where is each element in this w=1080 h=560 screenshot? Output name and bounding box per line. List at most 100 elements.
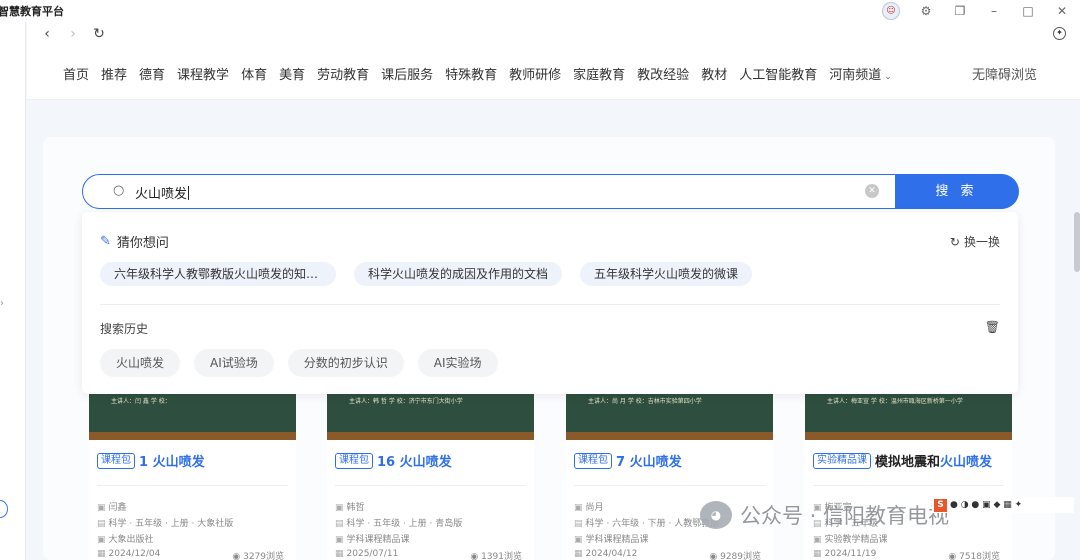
scrollbar-thumb[interactable]: [1074, 212, 1080, 272]
card-grade-text: 科学 · 五年级 · 上册 · 大象社版: [108, 519, 234, 529]
publisher-icon: ▣: [574, 535, 583, 545]
publisher-icon: ▣: [335, 535, 344, 545]
window-controls: ☺ ⚙ ❐ – □ ✕: [882, 0, 1070, 22]
card-author: ▣ 闫鑫: [97, 500, 127, 513]
watermark: ◕ 公众号 · 信阳教育电视: [700, 500, 949, 530]
forward-icon[interactable]: ›: [67, 26, 79, 42]
menu-item-special[interactable]: 特殊教育: [445, 64, 497, 83]
history-chip[interactable]: AI实验场: [417, 349, 498, 377]
card-title[interactable]: 课程包 16 火山喷发: [335, 451, 452, 470]
card-publisher: ▣ 大象出版社: [97, 532, 154, 545]
calendar-icon: ▦: [335, 549, 344, 559]
menu-item-sports[interactable]: 体育: [241, 64, 267, 83]
clear-icon[interactable]: ✕: [865, 184, 879, 198]
compass-icon[interactable]: ✦: [1053, 27, 1066, 40]
close-icon[interactable]: ✕: [1054, 4, 1070, 18]
user-icon: ▣: [574, 503, 583, 513]
search-button[interactable]: 搜 索: [894, 173, 1019, 209]
guess-title: 猜你想问: [116, 236, 169, 251]
search-input[interactable]: 火山喷发: [135, 183, 189, 202]
history-chips: 火山喷发 AI试验场 分数的初步认识 AI实验场: [100, 349, 498, 377]
back-icon[interactable]: ‹: [41, 26, 53, 42]
course-tag: 课程包: [97, 452, 135, 469]
card-grade: ▤ 科学 · 五年级 · 上册 · 青岛版: [335, 516, 462, 529]
suggest-chip[interactable]: 五年级科学火山喷发的微课: [580, 262, 753, 286]
card-divider: [813, 485, 1004, 486]
history-chip[interactable]: AI试验场: [194, 349, 274, 377]
card-grade-text: 科学 · 五年级 · 上册 · 青岛版: [346, 519, 463, 529]
accessibility-link[interactable]: 无障碍浏览: [972, 64, 1037, 83]
card-title[interactable]: 课程包 1 火山喷发: [97, 451, 205, 470]
result-card[interactable]: 主讲人：闫 鑫 学 校： 课程包 1 火山喷发 ▣ 闫鑫 ▤ 科学 · 五年级 · …: [89, 394, 296, 560]
suggest-chip[interactable]: 科学火山喷发的成因及作用的文档: [354, 262, 563, 286]
menu-item-henan[interactable]: 河南频道 ⌄: [829, 64, 892, 83]
card-date: ▦ 2024/12/04: [97, 549, 160, 559]
menu-item-moral[interactable]: 德育: [139, 64, 165, 83]
calendar-icon: ▦: [574, 549, 583, 559]
history-chip[interactable]: 火山喷发: [100, 349, 181, 377]
menu-item-course[interactable]: 课程教学: [177, 64, 229, 83]
card-title-text: 16 火山喷发: [377, 451, 452, 470]
card-title-highlight: 火山喷发: [940, 455, 993, 470]
magic-wand-icon: ✎: [100, 234, 111, 249]
user-icon: ▣: [97, 503, 106, 513]
card-views: ◉ 3279浏览: [232, 549, 284, 560]
menu-item-afterschool[interactable]: 课后服务: [381, 64, 433, 83]
reload-icon[interactable]: ↻: [93, 26, 105, 42]
trash-icon[interactable]: 🗑: [985, 320, 1000, 334]
history-title: 搜索历史: [100, 322, 149, 336]
ime-toolbar-icons: ● ◑ ● ▣ ◆ ▦ ✦: [950, 500, 1023, 510]
menu-item-arts[interactable]: 美育: [279, 64, 305, 83]
menu-item-home[interactable]: 首页: [63, 64, 89, 83]
card-title[interactable]: 实验精品课 模拟地震和火山喷发: [813, 451, 992, 470]
refresh-button[interactable]: ↻ 换一换: [950, 233, 1000, 250]
card-thumbnail: 主讲人：韩 哲 学 校：济宁市东门大街小学: [327, 394, 534, 440]
card-date: ▦ 2025/07/11: [335, 549, 398, 559]
sidebar-circle-button[interactable]: [0, 500, 8, 518]
menu-item-recommend[interactable]: 推荐: [101, 64, 127, 83]
menu-item-labor[interactable]: 劳动教育: [317, 64, 369, 83]
refresh-label: 换一换: [963, 235, 1000, 249]
menu-item-ai[interactable]: 人工智能教育: [739, 64, 817, 83]
sogou-ime-icon[interactable]: S: [934, 498, 947, 512]
expand-arrow-icon[interactable]: ›: [0, 298, 4, 309]
chalk-ledge: [805, 432, 1012, 440]
card-date-text: 2024/04/12: [585, 549, 638, 559]
menu-item-reform[interactable]: 教改经验: [637, 64, 689, 83]
settings-icon[interactable]: ⚙: [918, 4, 934, 18]
site-header: 首页 推荐 德育 课程教学 体育 美育 劳动教育 课后服务 特殊教育 教师研修 …: [27, 46, 1080, 100]
eye-icon: ◉: [948, 552, 960, 560]
minimize-icon[interactable]: –: [986, 4, 1002, 18]
card-thumbnail: 主讲人：闫 鑫 学 校：: [89, 394, 296, 440]
card-title-prefix: 模拟地震和: [875, 455, 941, 470]
result-card[interactable]: 主讲人：梅亚宣 学 校：温州市瓯海区新桥第一小学 实验精品课 模拟地震和火山喷发…: [805, 394, 1012, 560]
result-card[interactable]: 主讲人：韩 哲 学 校：济宁市东门大街小学 课程包 16 火山喷发 ▣ 韩哲 ▤ 科…: [327, 394, 534, 560]
eye-icon: ◉: [232, 552, 244, 560]
card-author-text: 闫鑫: [108, 503, 127, 513]
calendar-icon: ▦: [813, 549, 822, 559]
book-icon: ▤: [574, 519, 583, 529]
card-thumbnail: 主讲人：梅亚宣 学 校：温州市瓯海区新桥第一小学: [805, 394, 1012, 440]
maximize-icon[interactable]: □: [1020, 4, 1036, 18]
result-card[interactable]: 主讲人：尚 月 学 校：吉林市实验第四小学 课程包 7 火山喷发 ▣ 尚月 ▤ 科学…: [566, 394, 773, 560]
search-box[interactable]: ○ 火山喷发 ✕ 搜 索: [82, 173, 1019, 209]
window-titlebar: 智慧教育平台 ☺ ⚙ ❐ – □ ✕: [0, 0, 1080, 22]
card-thumbnail: 主讲人：尚 月 学 校：吉林市实验第四小学: [566, 394, 773, 440]
card-date: ▦ 2024/04/12: [574, 549, 637, 559]
suggest-chip[interactable]: 六年级科学人教鄂教版火山喷发的知识点: [100, 262, 336, 286]
menu-item-textbook[interactable]: 教材: [701, 64, 727, 83]
thumbnail-caption: 主讲人：尚 月 学 校：吉林市实验第四小学: [588, 398, 702, 405]
menu-item-teacher[interactable]: 教师研修: [509, 64, 561, 83]
card-title-prefix: 7: [616, 455, 630, 470]
card-grade: ▤ 科学 · 五年级 · 上册 · 大象社版: [97, 516, 233, 529]
restore-icon[interactable]: ❐: [952, 4, 968, 18]
menu-item-family[interactable]: 家庭教育: [573, 64, 625, 83]
card-publisher-text: 学科课程精品课: [346, 535, 410, 545]
card-title[interactable]: 课程包 7 火山喷发: [574, 451, 682, 470]
publisher-icon: ▣: [813, 535, 822, 545]
browser-toolbar: ‹ › ↻ ✦: [27, 22, 1080, 46]
history-chip[interactable]: 分数的初步认识: [287, 349, 404, 377]
user-avatar[interactable]: ☺: [882, 2, 900, 20]
card-divider: [97, 485, 288, 486]
card-publisher: ▣ 实验教学精品课: [813, 532, 888, 545]
